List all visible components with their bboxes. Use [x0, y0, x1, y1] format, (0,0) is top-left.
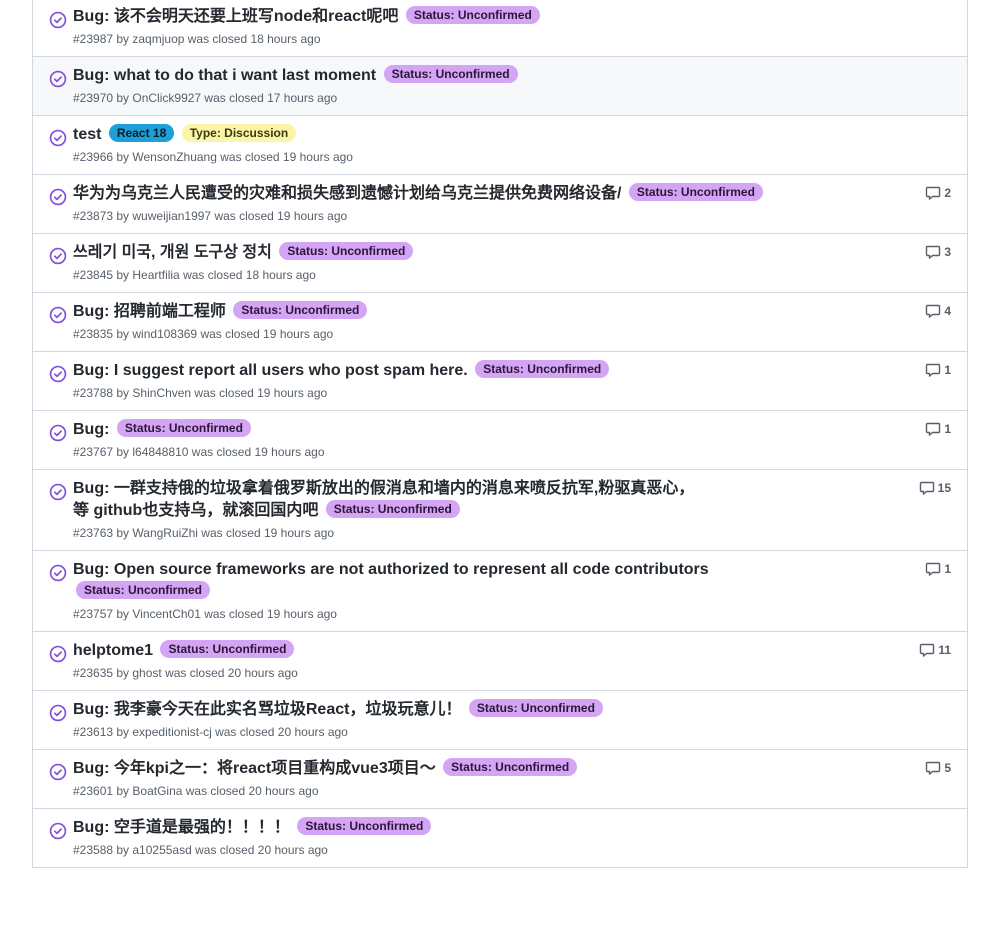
comment-icon [926, 363, 941, 377]
comment-count-link[interactable]: 3 [925, 244, 951, 260]
comment-count: 1 [944, 422, 951, 436]
issue-title[interactable]: Bug: I suggest report all users who post… [73, 362, 468, 379]
issue-meta: #23767 by l64848810 was closed 19 hours … [73, 445, 325, 459]
issue-row[interactable]: Bug: Status: Unconfirmed #23767 by l6484… [33, 411, 967, 470]
issue-title[interactable]: Bug: [73, 421, 109, 438]
comment-count-link[interactable]: 4 [925, 303, 951, 319]
closed-issue-icon [49, 70, 67, 88]
comment-count-link[interactable]: 1 [925, 421, 951, 437]
comment-count-link[interactable]: 15 [919, 480, 951, 496]
issue-title[interactable]: Bug: 该不会明天还要上班写node和react呢吧 [73, 8, 398, 25]
comment-count-link[interactable]: 11 [919, 642, 951, 658]
closed-issue-icon [49, 564, 67, 582]
issue-title[interactable]: Bug: 空手道是最强的！！！！ [73, 819, 290, 836]
comment-icon [926, 304, 941, 318]
comment-icon [926, 186, 941, 200]
issue-meta: #23763 by WangRuiZhi was closed 19 hours… [73, 526, 335, 540]
closed-issue-icon [49, 822, 67, 840]
issue-meta: #23757 by VincentCh01 was closed 19 hour… [73, 607, 337, 621]
label-status-unconfirmed[interactable]: Status: Unconfirmed [297, 817, 432, 835]
issue-meta: #23987 by zaqmjuop was closed 18 hours a… [73, 32, 321, 46]
comment-icon [919, 481, 934, 495]
issue-row[interactable]: test React 18 Type: Discussion #23966 by… [33, 116, 967, 175]
label-status-unconfirmed[interactable]: Status: Unconfirmed [475, 360, 610, 378]
issue-meta: #23788 by ShinChven was closed 19 hours … [73, 386, 328, 400]
closed-issue-icon [49, 704, 67, 722]
issue-title[interactable]: Bug: Open source frameworks are not auth… [73, 561, 709, 578]
issue-row[interactable]: Bug: what to do that i want last moment … [33, 57, 967, 116]
closed-issue-icon [49, 424, 67, 442]
issue-meta: #23635 by ghost was closed 20 hours ago [73, 666, 298, 680]
label-type-discussion[interactable]: Type: Discussion [181, 124, 297, 142]
issue-row[interactable]: 华为为乌克兰人民遭受的灾难和损失感到遗憾计划给乌克兰提供免费网络设备/ Stat… [33, 175, 967, 234]
label-status-unconfirmed[interactable]: Status: Unconfirmed [468, 699, 603, 717]
issue-meta: #23845 by Heartfilia was closed 18 hours… [73, 268, 316, 282]
comment-count: 2 [944, 186, 951, 200]
label-status-unconfirmed[interactable]: Status: Unconfirmed [116, 419, 251, 437]
issue-meta: #23613 by expeditionist-cj was closed 20… [73, 725, 348, 739]
comment-count-link[interactable]: 2 [925, 185, 951, 201]
issue-title[interactable]: Bug: 招聘前端工程师 [73, 303, 226, 320]
issue-meta: #23966 by WensonZhuang was closed 19 hou… [73, 150, 353, 164]
label-status-unconfirmed[interactable]: Status: Unconfirmed [160, 640, 295, 658]
closed-issue-icon [49, 763, 67, 781]
issue-row[interactable]: Bug: 今年kpi之一：将react项目重构成vue3项目～ Status: … [33, 750, 967, 809]
issue-row[interactable]: helptome1 Status: Unconfirmed #23635 by … [33, 632, 967, 691]
issue-meta: #23588 by a10255asd was closed 20 hours … [73, 843, 328, 857]
comment-count: 1 [944, 562, 951, 576]
closed-issue-icon [49, 306, 67, 324]
closed-issue-icon [49, 645, 67, 663]
comment-icon [926, 422, 941, 436]
closed-issue-icon [49, 483, 67, 501]
closed-issue-icon [49, 11, 67, 29]
comment-count: 4 [944, 304, 951, 318]
issue-title[interactable]: 华为为乌克兰人民遭受的灾难和损失感到遗憾计划给乌克兰提供免费网络设备/ [73, 185, 621, 202]
comment-icon [926, 562, 941, 576]
comment-count-link[interactable]: 1 [925, 561, 951, 577]
closed-issue-icon [49, 188, 67, 206]
issue-title[interactable]: 쓰레기 미국, 개원 도구상 정치 [73, 244, 272, 261]
label-react-18[interactable]: React 18 [108, 124, 175, 142]
comment-count: 11 [938, 643, 951, 657]
label-status-unconfirmed[interactable]: Status: Unconfirmed [443, 758, 578, 776]
label-status-unconfirmed[interactable]: Status: Unconfirmed [383, 65, 518, 83]
issue-title[interactable]: Bug: 我李豪今天在此实名骂垃圾React，垃圾玩意儿！ [73, 701, 461, 718]
comment-count: 15 [937, 481, 951, 495]
issue-title[interactable]: Bug: what to do that i want last moment [73, 67, 376, 84]
label-status-unconfirmed[interactable]: Status: Unconfirmed [325, 500, 460, 518]
label-status-unconfirmed[interactable]: Status: Unconfirmed [76, 581, 211, 599]
label-status-unconfirmed[interactable]: Status: Unconfirmed [628, 183, 763, 201]
closed-issue-icon [49, 129, 67, 147]
issue-row[interactable]: Bug: 招聘前端工程师 Status: Unconfirmed #23835 … [33, 293, 967, 352]
comment-count: 1 [944, 363, 951, 377]
issue-title[interactable]: test [73, 126, 101, 143]
issue-row[interactable]: Bug: I suggest report all users who post… [33, 352, 967, 411]
label-status-unconfirmed[interactable]: Status: Unconfirmed [405, 6, 540, 24]
issue-title[interactable]: helptome1 [73, 642, 153, 659]
closed-issue-icon [49, 365, 67, 383]
issue-row[interactable]: Bug: Open source frameworks are not auth… [33, 551, 967, 632]
comment-count: 3 [944, 245, 951, 259]
issue-row[interactable]: Bug: 一群支持俄的垃圾拿着俄罗斯放出的假消息和墙内的消息来喷反抗军,粉驱真恶… [33, 470, 967, 551]
comment-icon [926, 245, 941, 259]
comment-icon [926, 761, 941, 775]
label-status-unconfirmed[interactable]: Status: Unconfirmed [279, 242, 414, 260]
closed-issue-icon [49, 247, 67, 265]
comment-count: 5 [944, 761, 951, 775]
issue-list: Bug: 该不会明天还要上班写node和react呢吧 Status: Unco… [32, 0, 968, 868]
issue-row[interactable]: Bug: 该不会明天还要上班写node和react呢吧 Status: Unco… [33, 0, 967, 57]
label-status-unconfirmed[interactable]: Status: Unconfirmed [233, 301, 368, 319]
issue-row[interactable]: Bug: 空手道是最强的！！！！ Status: Unconfirmed #23… [33, 809, 967, 868]
issue-meta: #23601 by BoatGina was closed 20 hours a… [73, 784, 319, 798]
issue-row[interactable]: Bug: 我李豪今天在此实名骂垃圾React，垃圾玩意儿！ Status: Un… [33, 691, 967, 750]
comment-icon [920, 643, 935, 657]
issue-row[interactable]: 쓰레기 미국, 개원 도구상 정치 Status: Unconfirmed #2… [33, 234, 967, 293]
issue-title[interactable]: Bug: 今年kpi之一：将react项目重构成vue3项目～ [73, 760, 436, 777]
comment-count-link[interactable]: 5 [925, 760, 951, 776]
issue-meta: #23835 by wind108369 was closed 19 hours… [73, 327, 334, 341]
issue-meta: #23970 by OnClick9927 was closed 17 hour… [73, 91, 338, 105]
issue-meta: #23873 by wuweijian1997 was closed 19 ho… [73, 209, 348, 223]
comment-count-link[interactable]: 1 [925, 362, 951, 378]
